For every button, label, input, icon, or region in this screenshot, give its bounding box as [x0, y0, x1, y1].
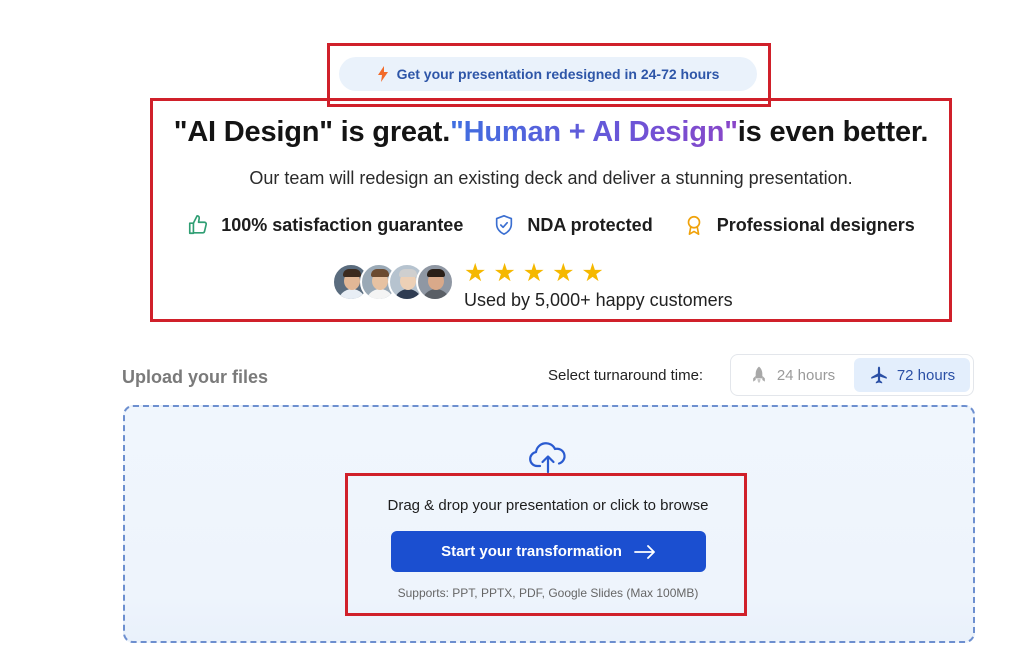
page-headline: "AI Design" is great."Human + AI Design"… [150, 116, 952, 149]
feature-label: 100% satisfaction guarantee [221, 214, 464, 235]
upload-section-title: Upload your files [122, 367, 269, 387]
turnaround-label: Select turnaround time: [548, 367, 704, 384]
award-icon [687, 215, 701, 235]
start-transformation-button[interactable]: Start your transformation [391, 531, 706, 572]
shield-check-icon [496, 215, 513, 235]
feature-nda: NDA protected [493, 214, 653, 236]
drag-drop-text: Drag & drop your presentation or click t… [387, 497, 709, 514]
feature-designers: Professional designers [683, 214, 915, 236]
avatar [416, 263, 454, 301]
headline-part-3: is even better. [737, 116, 929, 148]
thumbs-up-icon [189, 215, 208, 235]
cloud-upload-icon [529, 442, 566, 474]
star-rating: ★ ★ ★ ★ ★ [464, 259, 604, 287]
cta-label: Start your transformation [441, 543, 622, 560]
headline-gradient-part: "Human + AI Design" [450, 116, 738, 148]
feature-label: Professional designers [716, 214, 915, 235]
customer-avatars [332, 263, 454, 303]
turnaround-option-24h[interactable]: 24 hours [734, 358, 850, 392]
customer-count-text: Used by 5,000+ happy customers [464, 290, 733, 310]
arrow-right-icon [634, 544, 655, 559]
option-label: 24 hours [776, 366, 836, 384]
subheadline: Our team will redesign an existing deck … [249, 168, 853, 188]
feature-satisfaction: 100% satisfaction guarantee [187, 214, 463, 236]
rocket-icon [752, 366, 765, 383]
turnaround-toggle: 24 hours 72 hours [730, 354, 974, 396]
airplane-icon [871, 366, 887, 384]
turnaround-option-72h[interactable]: 72 hours [854, 358, 970, 392]
feature-label: NDA protected [527, 214, 653, 235]
supported-formats-text: Supports: PPT, PPTX, PDF, Google Slides … [397, 586, 699, 600]
headline-part-1: "AI Design" is great. [173, 116, 451, 148]
feature-list: 100% satisfaction guarantee NDA protecte… [150, 214, 952, 236]
option-label: 72 hours [896, 366, 956, 384]
